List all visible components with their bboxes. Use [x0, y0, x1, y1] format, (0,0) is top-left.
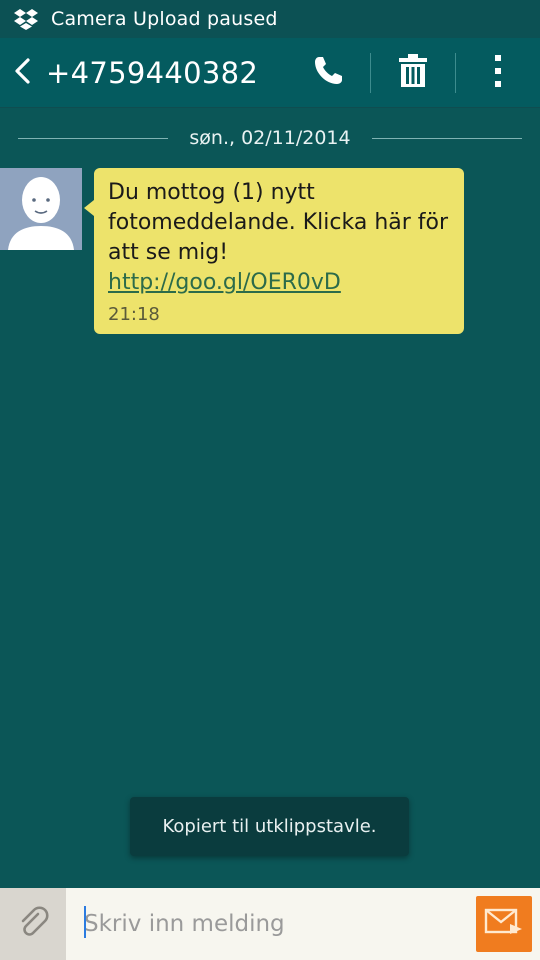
notification-text: Camera Upload paused — [51, 8, 278, 30]
text-cursor — [84, 906, 86, 938]
status-bar: Camera Upload paused — [0, 0, 540, 38]
conversation-header: +4759440382 — [0, 38, 540, 108]
back-icon — [12, 56, 32, 90]
toast-notification: Kopiert til utklippstavle. — [130, 797, 409, 856]
contact-title: +4759440382 — [46, 55, 259, 90]
divider-line — [18, 138, 168, 139]
divider-line — [372, 138, 522, 139]
phone-icon — [311, 54, 345, 92]
date-separator: søn., 02/11/2014 — [0, 120, 540, 156]
message-timestamp: 21:18 — [108, 304, 160, 325]
paperclip-icon — [16, 905, 50, 943]
contact-avatar[interactable] — [0, 168, 82, 250]
attach-button[interactable] — [0, 888, 66, 960]
trash-icon — [396, 53, 430, 93]
send-button[interactable] — [476, 896, 532, 952]
compose-bar — [0, 888, 540, 960]
send-icon — [484, 907, 524, 941]
back-button[interactable] — [0, 38, 44, 108]
dropbox-icon — [13, 6, 39, 32]
message-input[interactable] — [66, 888, 476, 960]
message-link[interactable]: http://goo.gl/OER0vD — [108, 270, 341, 295]
overflow-menu-icon — [493, 53, 503, 93]
message-body: Du mottog (1) nytt fotomeddelande. Klick… — [108, 180, 449, 265]
message-text: Du mottog (1) nytt fotomeddelande. Klick… — [108, 178, 450, 298]
messaging-screen: Camera Upload paused +4759440382 søn., 0… — [0, 0, 540, 960]
thread-date: søn., 02/11/2014 — [189, 127, 351, 149]
delete-button[interactable] — [371, 38, 455, 108]
default-avatar-icon — [0, 168, 82, 254]
overflow-menu-button[interactable] — [456, 38, 540, 108]
message-bubble[interactable]: Du mottog (1) nytt fotomeddelande. Klick… — [84, 168, 464, 334]
call-button[interactable] — [286, 38, 370, 108]
